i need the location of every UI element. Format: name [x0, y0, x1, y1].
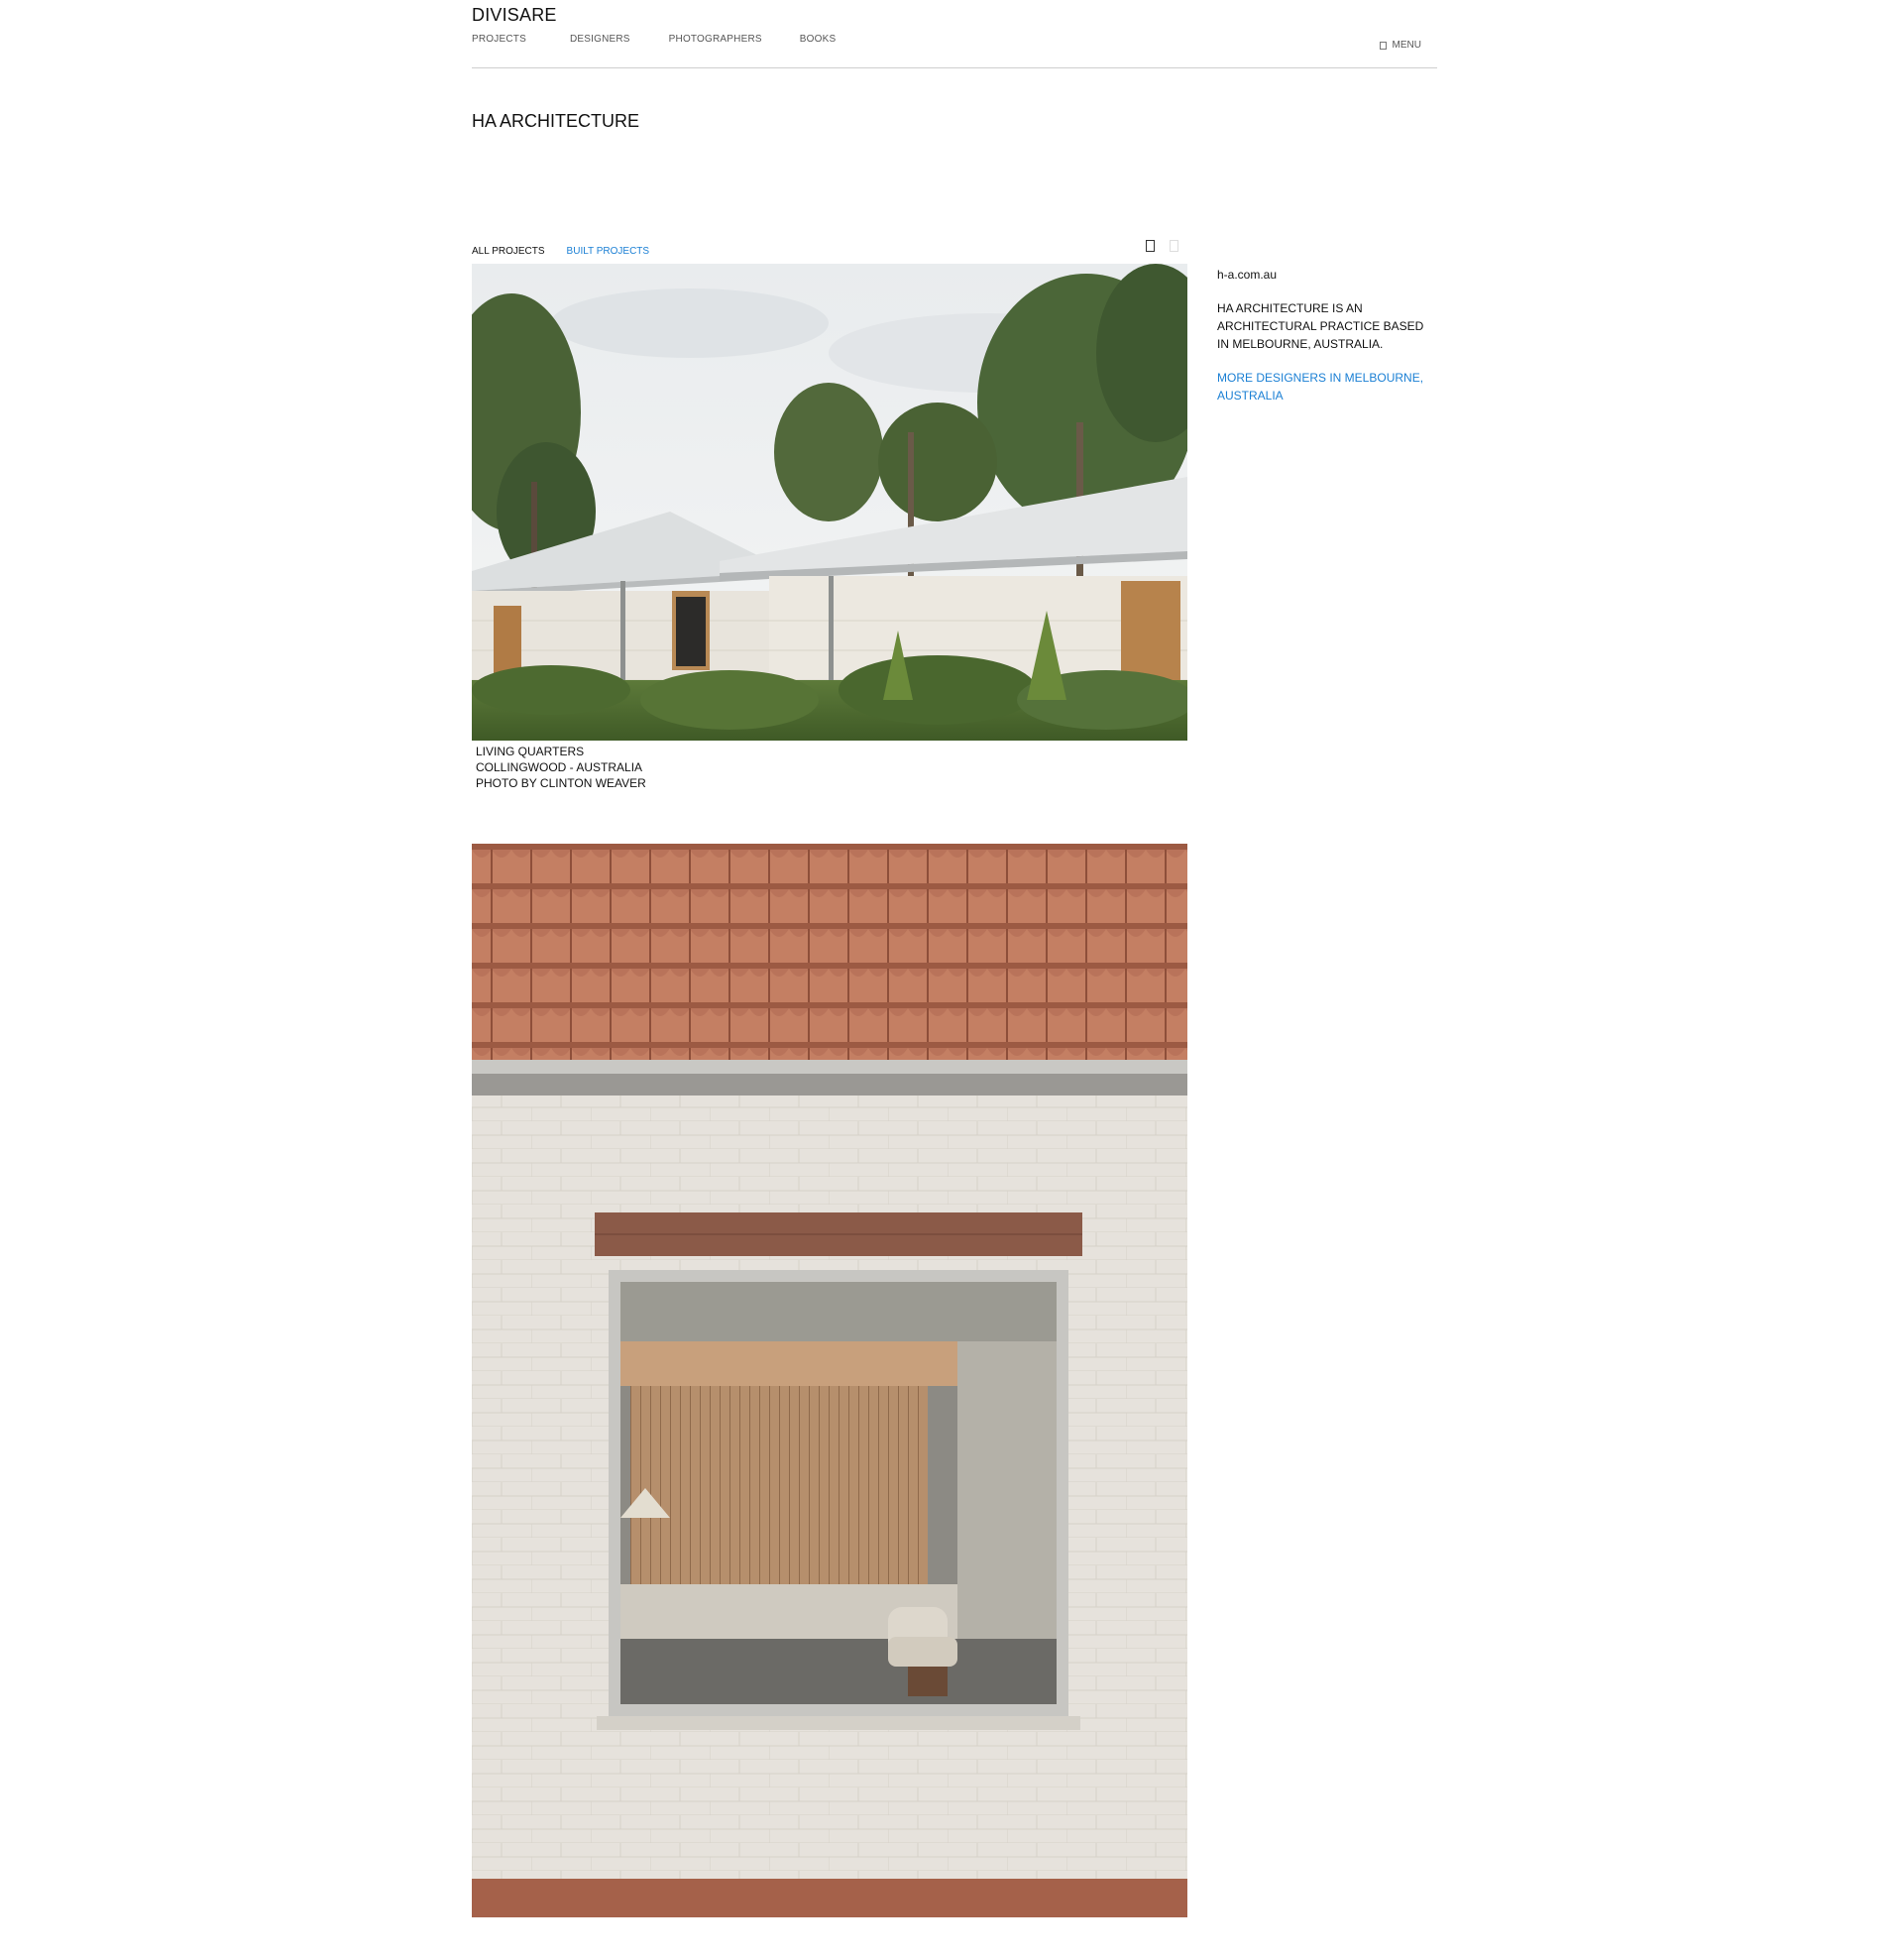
nav-projects[interactable]: PROJECTS [472, 34, 526, 45]
site-logo[interactable]: DIVISARE [472, 5, 557, 26]
list-view-icon[interactable] [1170, 240, 1178, 252]
main-nav: PROJECTS DESIGNERS PHOTOGRAPHERS BOOKS [472, 34, 879, 45]
project-location: COLLINGWOOD - AUSTRALIA [476, 760, 643, 774]
filter-all-projects[interactable]: ALL PROJECTS [472, 246, 545, 257]
designer-sidebar: h-a.com.au HA ARCHITECTURE IS AN ARCHITE… [1217, 266, 1431, 404]
page-title: HA ARCHITECTURE [472, 111, 640, 131]
designer-description: HA ARCHITECTURE IS AN ARCHITECTURAL PRAC… [1217, 301, 1424, 351]
filter-built-projects[interactable]: BUILT PROJECTS [567, 246, 650, 257]
header-divider [472, 67, 1437, 68]
project-photo [472, 264, 1187, 741]
website-link[interactable]: h-a.com.au [1217, 266, 1431, 284]
project-image-living-quarters[interactable] [472, 264, 1187, 741]
nav-designers[interactable]: DESIGNERS [570, 34, 630, 45]
nav-photographers[interactable]: PHOTOGRAPHERS [669, 34, 762, 45]
project-name[interactable]: LIVING QUARTERS [476, 744, 646, 759]
more-designers-link[interactable]: MORE DESIGNERS IN MELBOURNE, AUSTRALIA [1217, 369, 1431, 404]
menu-icon [1379, 41, 1387, 50]
view-toggle [1146, 240, 1178, 252]
menu-button[interactable]: MENU [1379, 40, 1421, 51]
project-image-2[interactable] [472, 844, 1187, 1917]
photo-credit: PHOTO BY CLINTON WEAVER [476, 776, 646, 790]
nav-books[interactable]: BOOKS [800, 34, 837, 45]
project-photo-2 [472, 844, 1187, 1917]
grid-view-icon[interactable] [1146, 240, 1155, 252]
project-filters: ALL PROJECTS BUILT PROJECTS [472, 246, 649, 257]
menu-label: MENU [1392, 40, 1421, 51]
project-caption: LIVING QUARTERS COLLINGWOOD - AUSTRALIA … [476, 744, 646, 791]
